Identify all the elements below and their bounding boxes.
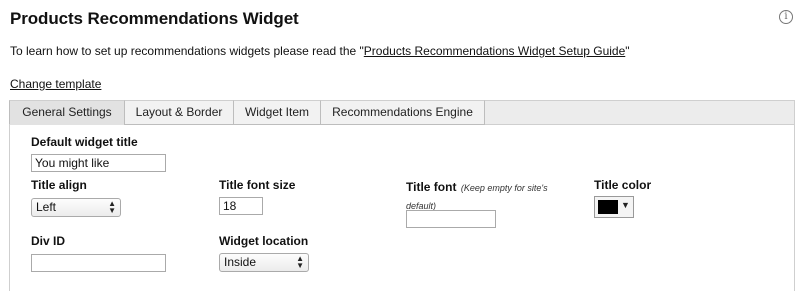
intro-suffix: " <box>625 44 630 58</box>
intro-prefix: To learn how to set up recommendations w… <box>10 44 364 58</box>
default-title-label: Default widget title <box>31 135 138 149</box>
title-font-size-input[interactable] <box>219 197 263 215</box>
title-font-size-label: Title font size <box>219 178 296 192</box>
title-align-select[interactable]: Left ▲ ▼ <box>31 198 121 217</box>
widget-location-value: Inside <box>224 255 257 269</box>
intro-text: To learn how to set up recommendations w… <box>10 44 630 58</box>
div-id-label: Div ID <box>31 234 66 248</box>
change-template-link[interactable]: Change template <box>10 77 101 91</box>
setup-guide-link[interactable]: Products Recommendations Widget Setup Gu… <box>364 44 625 58</box>
div-id-input[interactable] <box>31 254 166 272</box>
widget-location-select[interactable]: Inside ▲ ▼ <box>219 253 309 272</box>
dropdown-arrow-icon: ▼ <box>621 200 630 210</box>
page-title: Products Recommendations Widget <box>10 9 299 28</box>
color-swatch <box>598 200 618 214</box>
title-font-label-group: Title font (Keep empty for site's defaul… <box>406 178 571 214</box>
select-arrows-icon: ▲ ▼ <box>296 254 304 270</box>
tab-layout-border[interactable]: Layout & Border <box>124 100 234 125</box>
info-icon[interactable]: i <box>779 10 793 24</box>
default-title-input[interactable] <box>31 154 166 172</box>
tab-widget-item[interactable]: Widget Item <box>233 100 321 125</box>
title-color-picker[interactable]: ▼ <box>594 196 634 218</box>
tab-recommendations-engine[interactable]: Recommendations Engine <box>320 100 485 125</box>
title-font-input[interactable] <box>406 210 496 228</box>
title-color-label: Title color <box>594 178 652 192</box>
select-arrows-icon: ▲ ▼ <box>108 199 116 215</box>
tab-general-settings[interactable]: General Settings <box>9 100 125 125</box>
title-align-label: Title align <box>31 178 87 192</box>
title-font-label: Title font <box>406 180 457 194</box>
title-align-value: Left <box>36 200 57 214</box>
widget-location-label: Widget location <box>219 234 309 248</box>
